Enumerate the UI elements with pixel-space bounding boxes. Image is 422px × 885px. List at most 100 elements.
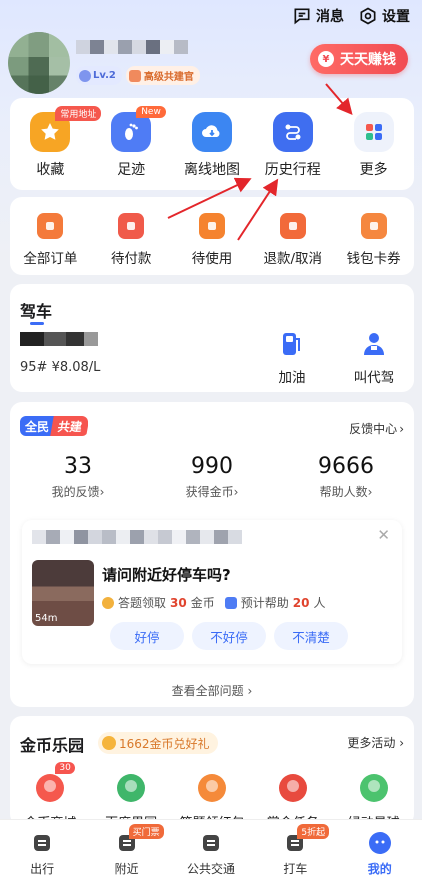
order-label: 退款/取消	[263, 251, 323, 267]
pill-part-a: 全民	[20, 416, 55, 436]
settings-label: 设置	[382, 9, 410, 25]
chevron-right-icon: ›	[233, 485, 239, 499]
order-label: 钱包卡券	[346, 251, 401, 267]
coin-icon	[102, 596, 114, 609]
wallet-icon	[360, 213, 387, 239]
location-redacted	[32, 530, 242, 544]
message-icon	[294, 8, 310, 25]
coin-bag-icon	[32, 770, 68, 806]
stat-label: 帮助人数	[319, 485, 368, 499]
chevron-right-icon: ›	[399, 421, 404, 436]
quick-action-grid[interactable]: 更多	[335, 112, 413, 179]
quick-action-route[interactable]: 历史行程	[254, 112, 332, 179]
drive-title: 驾车	[20, 302, 53, 321]
help-prefix: 预计帮助	[240, 596, 289, 610]
more-activities-link[interactable]: 更多活动 ›	[347, 734, 404, 751]
order-order[interactable]: 全部订单	[10, 213, 90, 267]
close-icon[interactable]: ✕	[377, 526, 390, 544]
stat-label: 我的反馈	[51, 485, 100, 499]
designated-driver-button[interactable]: 叫代驾	[344, 330, 404, 386]
fuel-pump-icon	[278, 330, 306, 358]
yuan-coin-icon: ¥	[318, 51, 334, 67]
footprint-icon	[111, 112, 152, 152]
quick-action-tag: New	[136, 106, 166, 118]
treasure-chest-icon	[275, 770, 311, 806]
coin-icon	[102, 736, 116, 750]
reward-prefix: 答题领取	[118, 596, 167, 610]
quick-action-cloud-download[interactable]: 离线地图	[173, 112, 251, 179]
tab-taxi[interactable]: 打车 5折起	[253, 820, 337, 885]
medal-icon	[128, 69, 141, 82]
order-clock[interactable]: 待使用	[172, 213, 252, 267]
tab-nearby[interactable]: 附近 买门票	[85, 820, 169, 885]
quick-action-label: 历史行程	[264, 162, 321, 178]
tab-travel[interactable]: 出行	[0, 820, 84, 885]
order-label: 待付款	[110, 251, 152, 267]
red-packet-icon	[194, 770, 230, 806]
route-icon	[272, 112, 313, 152]
refuel-button[interactable]: 加油	[262, 330, 322, 386]
help-value: 20	[292, 595, 310, 610]
quick-action-label: 收藏	[36, 162, 65, 178]
messages-label: 消息	[316, 9, 344, 25]
order-wallet[interactable]: 钱包卡券	[334, 213, 414, 267]
coin-park-card: 金币乐园 1662金币兑好礼 更多活动 › 金币商城30百度果园答题领红包赏金任…	[10, 716, 414, 831]
feedback-center-label: 反馈中心	[349, 422, 398, 436]
earn-money-button[interactable]: ¥ 天天赚钱	[310, 44, 408, 74]
question-photo[interactable]: 54m	[32, 560, 94, 626]
quick-action-label: 更多	[359, 162, 388, 178]
planet-icon	[356, 770, 392, 806]
stat-coins-earned[interactable]: 990 获得金币›	[152, 454, 272, 500]
orders-card: 全部订单 待付款 待使用 退款/取消 钱包卡券	[10, 197, 414, 275]
stat-people-helped[interactable]: 9666 帮助人数›	[286, 454, 406, 500]
question-card: ✕ 54m 请问附近好停车吗? 答题领取 30 金币 预计帮助 20 人 好停 不好停 …	[22, 520, 402, 664]
tab-label: 打车	[283, 862, 308, 876]
avatar[interactable]	[8, 32, 70, 94]
quick-action-footprint[interactable]: 足迹 New	[92, 106, 170, 179]
tab-label: 公共交通	[186, 862, 235, 876]
settings-button[interactable]: 设置	[358, 6, 410, 26]
drive-title-underline	[30, 322, 44, 325]
answer-button-unsure[interactable]: 不清楚	[274, 622, 348, 650]
gear-icon	[360, 7, 376, 25]
chevron-right-icon: ›	[99, 485, 105, 499]
question-title: 请问附近好停车吗?	[102, 566, 231, 584]
tab-label: 附近	[114, 862, 139, 876]
answer-button-hard[interactable]: 不好停	[192, 622, 266, 650]
tab-bus[interactable]: 公共交通	[169, 820, 253, 885]
stat-value: 33	[64, 454, 92, 479]
see-all-questions-link[interactable]: 查看全部问题 ›	[10, 682, 414, 699]
photo-duration: 54m	[35, 613, 58, 624]
messages-button[interactable]: 消息	[292, 6, 344, 26]
order-card[interactable]: 待付款	[91, 213, 171, 267]
more-activities-label: 更多活动	[347, 736, 396, 750]
order-refund[interactable]: 退款/取消	[253, 213, 333, 267]
tab-mine[interactable]: 我的	[338, 820, 422, 885]
co-build-pill: 全民 共建	[20, 416, 89, 436]
coin-balance-badge[interactable]: 1662金币兑好礼	[98, 732, 218, 754]
cloud-download-icon	[191, 112, 232, 152]
stat-value: 990	[191, 454, 233, 479]
chevron-right-icon: ›	[247, 684, 253, 698]
top-actions: 消息 设置	[292, 6, 410, 26]
quick-actions-card: 收藏 常用地址 足迹 New 离线地图 历史行程 更多	[10, 98, 414, 190]
role-text: 高级共建官	[143, 72, 194, 83]
role-badge[interactable]: 高级共建官	[125, 66, 200, 85]
quick-action-label: 足迹	[117, 162, 146, 178]
fuel-price: 95# ¥8.08/L	[20, 360, 101, 375]
quick-action-star[interactable]: 收藏 常用地址	[11, 106, 102, 179]
answer-button-easy[interactable]: 好停	[110, 622, 184, 650]
feedback-center-link[interactable]: 反馈中心 ›	[349, 420, 404, 437]
quick-action-label: 离线地图	[183, 162, 240, 178]
tab-tag: 买门票	[128, 824, 164, 839]
mine-icon	[367, 830, 393, 856]
level-badge[interactable]: Lv.2	[76, 66, 122, 85]
see-all-label: 查看全部问题	[171, 684, 244, 698]
tab-tag: 5折起	[297, 824, 330, 839]
stat-my-feedback[interactable]: 33 我的反馈›	[18, 454, 138, 500]
bus-icon	[198, 830, 224, 856]
refund-icon	[279, 213, 306, 239]
driver-icon	[360, 330, 388, 358]
order-label: 全部订单	[23, 251, 78, 267]
orders-grid: 全部订单 待付款 待使用 退款/取消 钱包卡券	[10, 197, 414, 267]
